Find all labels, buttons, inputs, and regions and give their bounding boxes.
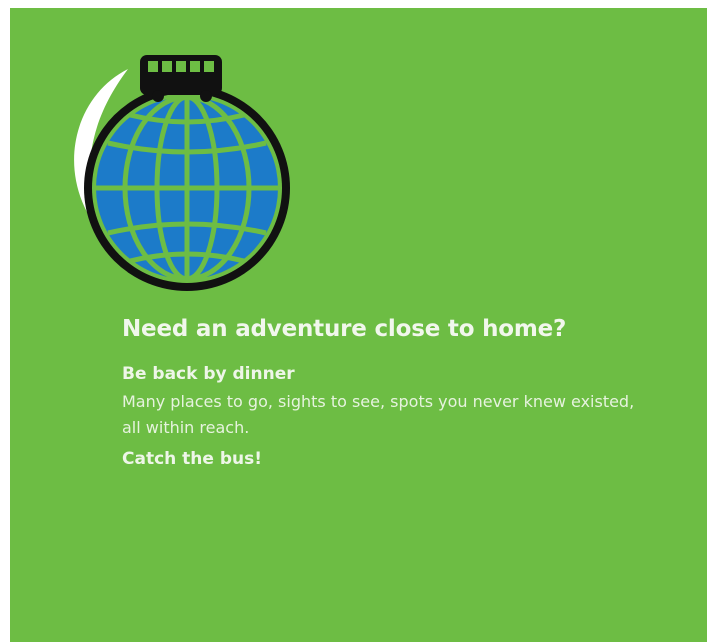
body-text: Many places to go, sights to see, spots …	[122, 391, 635, 437]
promo-text: Need an adventure close to home? Be back…	[122, 313, 682, 472]
subheading-back-by-dinner: Be back by dinner	[122, 364, 295, 385]
promo-card: Need an adventure close to home? Be back…	[10, 8, 707, 642]
subheading-catch-the-bus: Catch the bus!	[122, 449, 262, 470]
bus-icon	[140, 55, 222, 102]
globe-bus-logo	[50, 43, 300, 293]
headline: Need an adventure close to home?	[122, 316, 567, 342]
globe-with-bus-icon	[74, 55, 290, 291]
